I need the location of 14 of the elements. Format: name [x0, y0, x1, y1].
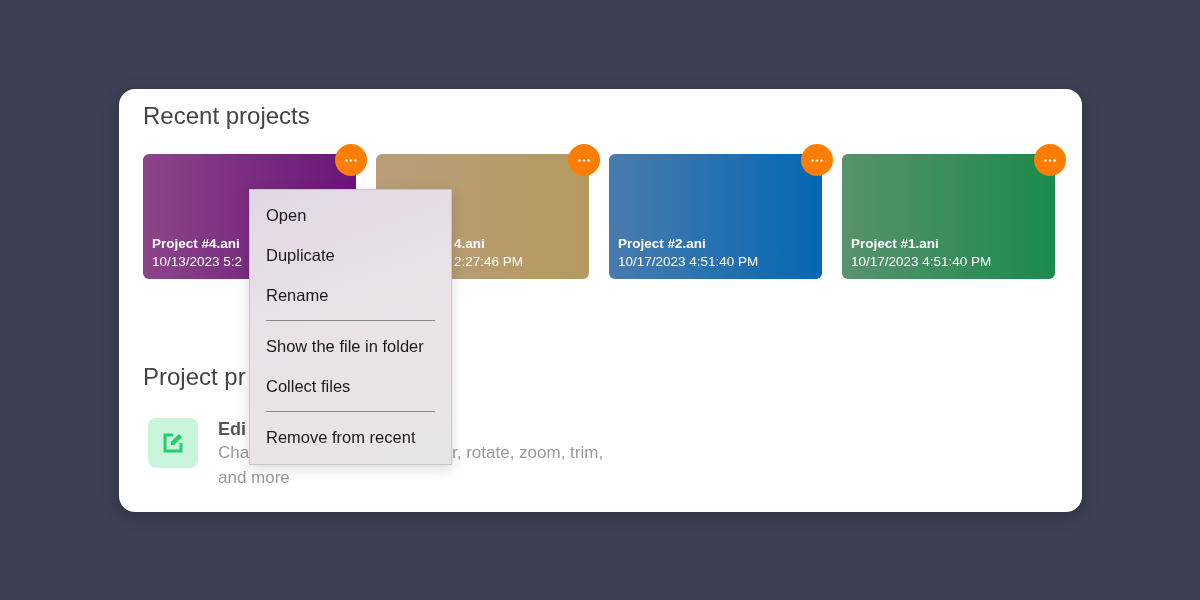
- project-name: Project #4.ani: [152, 236, 240, 251]
- preset-description: r, rotate, zoom, trim,: [452, 442, 604, 464]
- section-title: Recent projects: [143, 101, 310, 131]
- project-name: Project #1.ani: [851, 236, 939, 251]
- project-date: 10/13/2023 5:2: [152, 254, 243, 269]
- preset-title: Edi: [218, 419, 246, 440]
- preset-description: Cha: [218, 442, 250, 464]
- project-name: Project #2.ani: [618, 236, 706, 251]
- section-title: Project pr: [143, 362, 246, 392]
- project-date: 2:27:46 PM: [454, 254, 524, 269]
- preset-description: and more: [218, 467, 290, 489]
- project-date: 10/17/2023 4:51:40 PM: [851, 254, 992, 269]
- project-date: 10/17/2023 4:51:40 PM: [618, 254, 759, 269]
- project-name: 4.ani: [454, 236, 485, 251]
